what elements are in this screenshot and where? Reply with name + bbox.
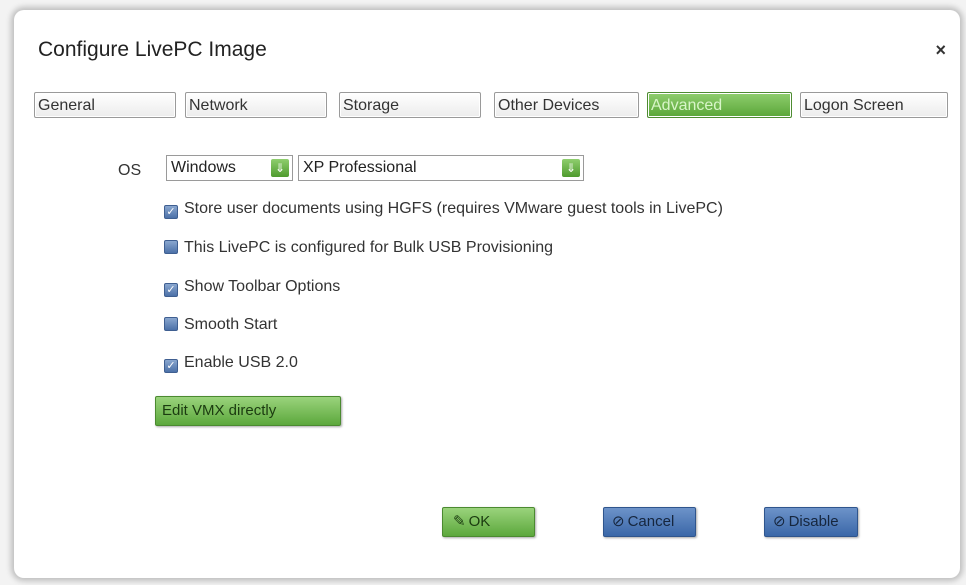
tab-general[interactable]: General — [34, 92, 176, 118]
tab-other-devices[interactable]: Other Devices — [494, 92, 639, 118]
option-hgfs: ✓ Store user documents using HGFS (requir… — [164, 198, 723, 220]
double-chevron-down-icon: ⇓ — [271, 159, 289, 177]
tab-advanced[interactable]: Advanced — [647, 92, 792, 118]
pencil-icon: ✎ — [453, 513, 466, 530]
double-chevron-down-icon: ⇓ — [562, 159, 580, 177]
prohibit-icon: ⊘ — [612, 513, 625, 530]
cancel-button[interactable]: ⊘ Cancel — [603, 507, 696, 537]
os-label: OS — [118, 162, 142, 179]
option-toolbar: ✓ Show Toolbar Options — [164, 276, 340, 298]
os-family-select[interactable]: Windows ⇓ — [166, 155, 293, 181]
disable-button[interactable]: ⊘ Disable — [764, 507, 858, 537]
edit-vmx-button[interactable]: Edit VMX directly — [155, 396, 341, 426]
close-icon[interactable]: × — [935, 40, 946, 61]
cancel-label: Cancel — [627, 513, 675, 530]
option-bulk-usb: This LivePC is configured for Bulk USB P… — [164, 237, 553, 259]
option-label: Store user documents using HGFS (require… — [184, 200, 723, 217]
checkbox-unchecked[interactable] — [164, 240, 178, 254]
checkmark-icon[interactable]: ✓ — [164, 283, 178, 297]
tab-network[interactable]: Network — [185, 92, 327, 118]
checkmark-icon[interactable]: ✓ — [164, 205, 178, 219]
ok-label: OK — [468, 513, 491, 530]
os-family-value: Windows — [171, 159, 236, 176]
option-smooth-start: Smooth Start — [164, 314, 277, 336]
os-version-value: XP Professional — [303, 159, 417, 176]
configure-livepc-dialog: Configure LivePC Image × General Network… — [14, 10, 960, 578]
disable-label: Disable — [788, 513, 839, 530]
option-usb2: ✓ Enable USB 2.0 — [164, 352, 298, 374]
os-version-select[interactable]: XP Professional ⇓ — [298, 155, 584, 181]
option-label: Show Toolbar Options — [184, 278, 341, 295]
option-label: This LivePC is configured for Bulk USB P… — [184, 239, 554, 256]
dialog-title: Configure LivePC Image — [38, 38, 267, 61]
option-label: Enable USB 2.0 — [184, 354, 298, 371]
tab-storage[interactable]: Storage — [339, 92, 481, 118]
option-label: Smooth Start — [184, 316, 278, 333]
ok-button[interactable]: ✎ OK — [442, 507, 535, 537]
checkbox-unchecked[interactable] — [164, 317, 178, 331]
tab-logon-screen[interactable]: Logon Screen — [800, 92, 948, 118]
checkmark-icon[interactable]: ✓ — [164, 359, 178, 373]
prohibit-icon: ⊘ — [773, 513, 786, 530]
